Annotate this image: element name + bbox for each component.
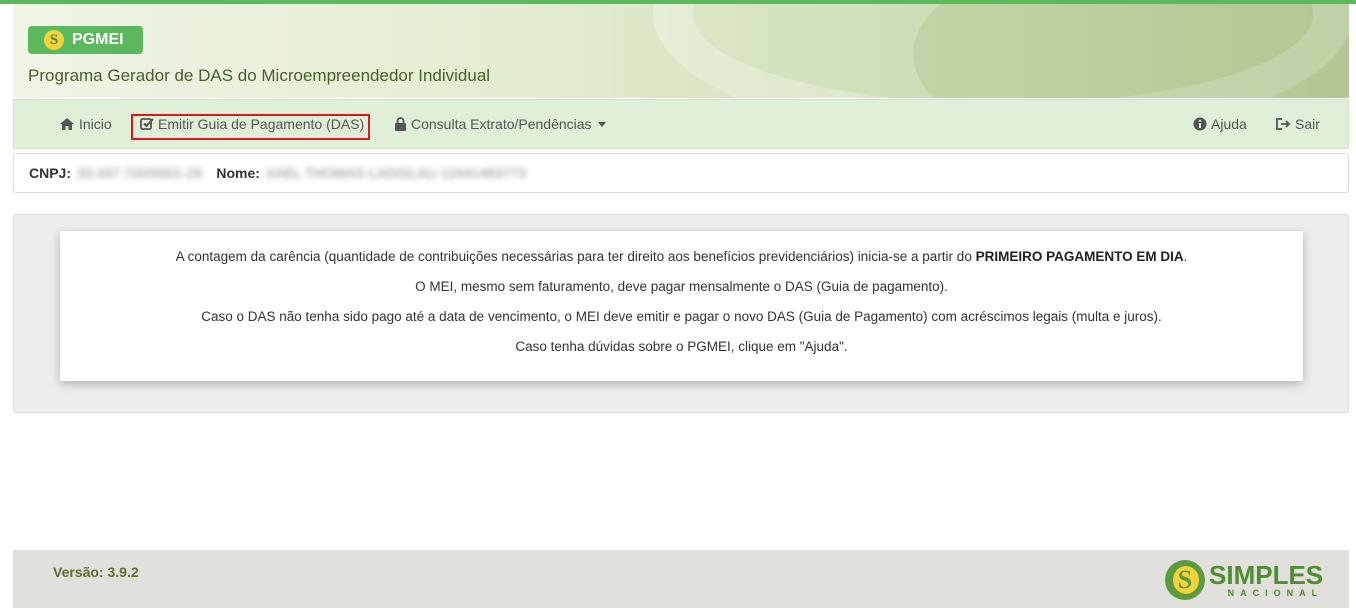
version-label: Versão: 3.9.2 <box>53 564 139 580</box>
logout-icon <box>1275 117 1291 131</box>
taxpayer-identification: CNPJ: 33.337.720/0001-29 Nome: XAEL THOM… <box>13 153 1349 193</box>
simples-s-icon: S <box>44 30 64 50</box>
chevron-down-icon <box>597 121 606 127</box>
info-circle-icon <box>1193 117 1207 131</box>
header-decoration-2 <box>913 4 1349 98</box>
check-square-icon <box>140 117 154 131</box>
notice-panel: A contagem da carência (quantidade de co… <box>60 231 1303 381</box>
nav-inicio[interactable]: Inicio <box>59 100 112 148</box>
simples-logo-subtext: NACIONAL <box>1227 588 1324 598</box>
notice-well: A contagem da carência (quantidade de co… <box>13 214 1349 413</box>
nome-value: XAEL THOMAS LADISLAU 12441483773 <box>265 165 526 181</box>
simples-s-icon: S <box>1165 560 1205 600</box>
main-navbar: Inicio Emitir Guia de Pagamento (DAS) Co… <box>13 99 1349 149</box>
simples-logo-text: SIMPLES <box>1209 560 1324 590</box>
notice-line-3: Caso o DAS não tenha sido pago até a dat… <box>201 309 1162 324</box>
nav-consulta-label: Consulta Extrato/Pendências <box>411 116 592 132</box>
notice-emphasis: PRIMEIRO PAGAMENTO EM DIA <box>975 249 1184 264</box>
pgmei-logo[interactable]: S PGMEI <box>28 26 143 54</box>
lock-icon <box>394 117 407 131</box>
notice-line-4: Caso tenha dúvidas sobre o PGMEI, clique… <box>515 339 848 354</box>
nome-label: Nome: <box>216 165 260 181</box>
nav-ajuda-label: Ajuda <box>1211 116 1247 132</box>
page-footer: Versão: 3.9.2 S SIMPLES NACIONAL <box>13 550 1349 608</box>
cnpj-value: 33.337.720/0001-29 <box>77 165 203 181</box>
cnpj-label: CNPJ: <box>29 165 72 181</box>
app-header: S PGMEI Programa Gerador de DAS do Micro… <box>13 4 1349 98</box>
simples-nacional-logo: S SIMPLES NACIONAL <box>1165 560 1323 600</box>
app-subtitle: Programa Gerador de DAS do Microempreend… <box>28 66 491 85</box>
nav-emitir-guia[interactable]: Emitir Guia de Pagamento (DAS) <box>140 100 364 148</box>
nav-emitir-label: Emitir Guia de Pagamento (DAS) <box>158 116 365 132</box>
nav-ajuda[interactable]: Ajuda <box>1193 100 1247 148</box>
home-icon <box>59 117 75 131</box>
notice-line-2: O MEI, mesmo sem faturamento, deve pagar… <box>415 279 948 294</box>
logo-text: PGMEI <box>72 31 124 48</box>
nav-sair[interactable]: Sair <box>1275 100 1320 148</box>
nav-inicio-label: Inicio <box>79 116 112 132</box>
notice-line-1: A contagem da carência (quantidade de co… <box>175 249 1188 264</box>
nav-sair-label: Sair <box>1295 116 1320 132</box>
nav-consulta-dropdown[interactable]: Consulta Extrato/Pendências <box>394 100 606 148</box>
